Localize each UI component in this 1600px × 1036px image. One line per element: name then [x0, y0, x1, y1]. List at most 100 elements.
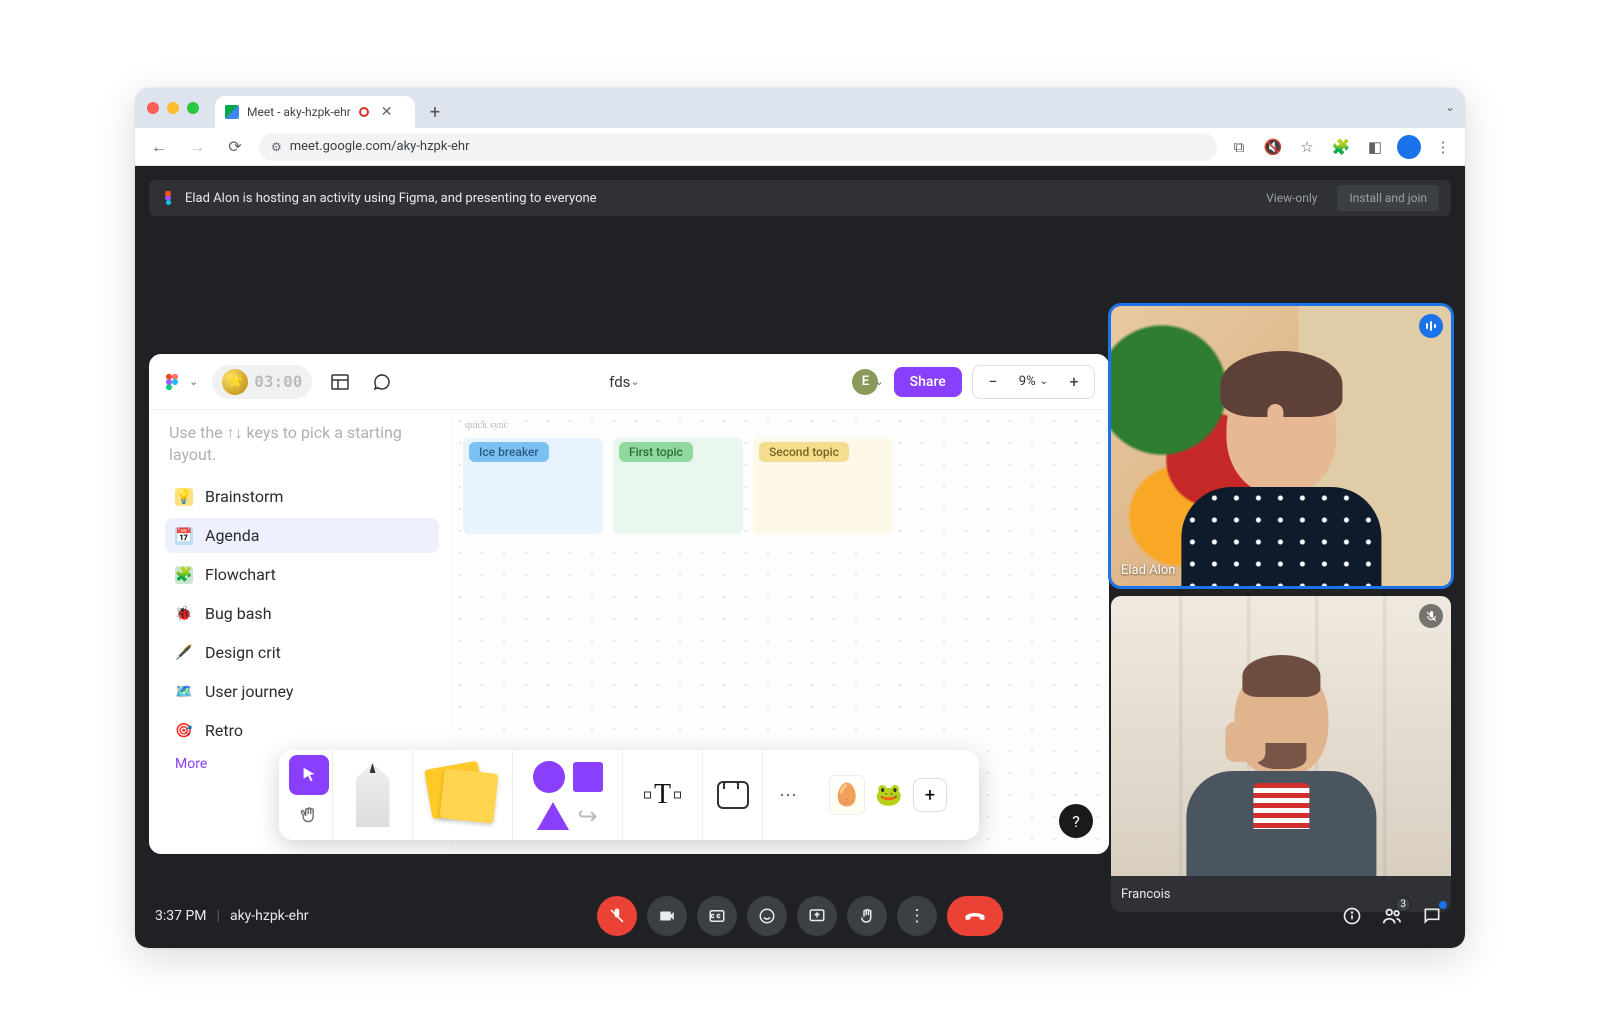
- meeting-info-button[interactable]: [1339, 903, 1365, 929]
- view-only-label: View-only: [1256, 187, 1327, 209]
- sidepanel-icon[interactable]: ◧: [1363, 135, 1387, 159]
- mic-toggle-button[interactable]: [597, 896, 637, 936]
- figjam-tool-dock: ↪ T ⋯ 🥚 🐸 +: [279, 750, 979, 840]
- zoom-out-button[interactable]: −: [973, 372, 1013, 391]
- leave-call-button[interactable]: [947, 896, 1003, 936]
- figma-icon: [161, 191, 175, 205]
- triangle-icon: [537, 802, 569, 830]
- title-chevron-icon: ⌄: [630, 375, 639, 388]
- chat-panel-button[interactable]: [1419, 903, 1445, 929]
- hand-tool-button[interactable]: [289, 795, 329, 835]
- sticker-frog-icon[interactable]: 🐸: [871, 775, 907, 815]
- new-tab-button[interactable]: +: [421, 98, 449, 126]
- figma-file-title[interactable]: fds ⌄: [410, 373, 838, 391]
- screen-share-icon[interactable]: ⧉: [1227, 135, 1251, 159]
- window-controls: [147, 88, 199, 128]
- sticky-note-tool-button[interactable]: [413, 750, 513, 840]
- speaking-indicator-icon: [1419, 314, 1443, 338]
- figma-logo-icon[interactable]: [163, 373, 181, 391]
- video-feed: [1111, 596, 1451, 876]
- meet-favicon-icon: [225, 105, 239, 119]
- participant-tiles: Elad Alon Francois: [1111, 306, 1451, 912]
- profile-avatar[interactable]: [1397, 135, 1421, 159]
- close-window-button[interactable]: [147, 102, 159, 114]
- zoom-value[interactable]: 9%⌄: [1013, 374, 1054, 389]
- lane-second-topic[interactable]: Second topic: [753, 438, 893, 534]
- install-join-button[interactable]: Install and join: [1337, 185, 1439, 211]
- template-designcrit[interactable]: 🖋️Design crit: [165, 635, 439, 670]
- camera-toggle-button[interactable]: [647, 896, 687, 936]
- raise-hand-button[interactable]: [847, 896, 887, 936]
- address-bar[interactable]: ⚙ meet.google.com/aky-hzpk-ehr: [259, 133, 1217, 161]
- url-text: meet.google.com/aky-hzpk-ehr: [290, 139, 470, 154]
- toolbar-actions: ⧉ 🔇 ☆ 🧩 ◧ ⋮: [1227, 135, 1455, 159]
- canvas-title-label: quick sync: [465, 420, 508, 431]
- timer-avatar-icon: ⭐: [222, 369, 248, 395]
- select-tool-button[interactable]: [289, 755, 329, 795]
- reactions-button[interactable]: [747, 896, 787, 936]
- maximize-window-button[interactable]: [187, 102, 199, 114]
- template-brainstorm[interactable]: 💡Brainstorm: [165, 479, 439, 514]
- reload-button[interactable]: ⟳: [221, 133, 249, 161]
- people-panel-button[interactable]: 3: [1379, 903, 1405, 929]
- help-button[interactable]: ?: [1059, 804, 1093, 838]
- shapes-tool-button[interactable]: ↪: [513, 750, 623, 840]
- present-button[interactable]: [797, 896, 837, 936]
- more-options-button[interactable]: ⋮: [897, 896, 937, 936]
- close-tab-button[interactable]: ✕: [381, 104, 393, 120]
- browser-tab[interactable]: Meet - aky-hzpk-ehr ✕: [215, 96, 415, 128]
- template-bugbash[interactable]: 🐞Bug bash: [165, 596, 439, 631]
- participant-tile-francois[interactable]: Francois: [1111, 596, 1451, 912]
- minimize-window-button[interactable]: [167, 102, 179, 114]
- muted-indicator-icon: [1419, 604, 1443, 628]
- zoom-in-button[interactable]: +: [1054, 372, 1094, 391]
- video-feed: Elad Alon: [1111, 306, 1451, 586]
- browser-tabstrip: Meet - aky-hzpk-ehr ✕ + ⌄: [135, 88, 1465, 128]
- template-userjourney[interactable]: 🗺️User journey: [165, 674, 439, 709]
- arrow-icon: ↪: [577, 802, 597, 830]
- lane-first-topic[interactable]: First topic: [613, 438, 743, 534]
- marker-tool-button[interactable]: [333, 750, 413, 840]
- square-icon: [573, 762, 603, 792]
- participant-tile-elad[interactable]: Elad Alon: [1111, 306, 1451, 586]
- template-flowchart[interactable]: 🧩Flowchart: [165, 557, 439, 592]
- template-retro[interactable]: 🎯Retro: [165, 713, 439, 748]
- section-tool-button[interactable]: [703, 750, 763, 840]
- figma-menu-chevron-icon[interactable]: ⌄: [189, 375, 198, 388]
- bookmark-icon[interactable]: ☆: [1295, 135, 1319, 159]
- banner-text: Elad Alon is hosting an activity using F…: [185, 191, 597, 206]
- chrome-menu-button[interactable]: ⋮: [1431, 135, 1455, 159]
- back-button[interactable]: ←: [145, 133, 173, 161]
- share-button[interactable]: Share: [894, 367, 962, 397]
- mute-tab-icon[interactable]: 🔇: [1261, 135, 1285, 159]
- text-tool-button[interactable]: T: [623, 750, 703, 840]
- recording-indicator-icon: [359, 107, 369, 117]
- meeting-code: aky-hzpk-ehr: [230, 908, 309, 924]
- forward-button[interactable]: →: [183, 133, 211, 161]
- tabs-menu-button[interactable]: ⌄: [1445, 100, 1455, 114]
- sidebar-hint: Use the ↑↓ keys to pick a starting layou…: [165, 422, 439, 465]
- layout-grid-button[interactable]: [326, 368, 354, 396]
- activity-banner: Elad Alon is hosting an activity using F…: [149, 180, 1451, 216]
- participant-name: Elad Alon: [1121, 563, 1175, 578]
- extensions-icon[interactable]: 🧩: [1329, 135, 1353, 159]
- circle-icon: [533, 761, 565, 793]
- unread-chat-indicator-icon: [1439, 901, 1447, 909]
- zoom-controls: − 9%⌄ +: [972, 365, 1095, 399]
- meet-main: Elad Alon is hosting an activity using F…: [135, 166, 1465, 948]
- collaborator-chip[interactable]: E ⌄: [852, 369, 883, 395]
- captions-button[interactable]: [697, 896, 737, 936]
- lane-icebreaker[interactable]: Ice breaker: [463, 438, 603, 534]
- sticker-egg-icon[interactable]: 🥚: [829, 775, 865, 815]
- comments-button[interactable]: [368, 368, 396, 396]
- template-agenda[interactable]: 📅Agenda: [165, 518, 439, 553]
- more-tools-button[interactable]: ⋯: [763, 750, 813, 840]
- add-sticker-button[interactable]: +: [913, 778, 947, 812]
- browser-toolbar: ← → ⟳ ⚙ meet.google.com/aky-hzpk-ehr ⧉ 🔇…: [135, 128, 1465, 166]
- clock-label: 3:37 PM: [155, 908, 207, 924]
- timer-widget[interactable]: ⭐ 03:00: [212, 365, 312, 399]
- timer-value: 03:00: [254, 372, 302, 391]
- presentation-stage: ⌄ ⭐ 03:00 fds ⌄ E ⌄: [149, 354, 1109, 854]
- site-settings-icon[interactable]: ⚙: [271, 140, 282, 154]
- tab-title: Meet - aky-hzpk-ehr: [247, 105, 351, 119]
